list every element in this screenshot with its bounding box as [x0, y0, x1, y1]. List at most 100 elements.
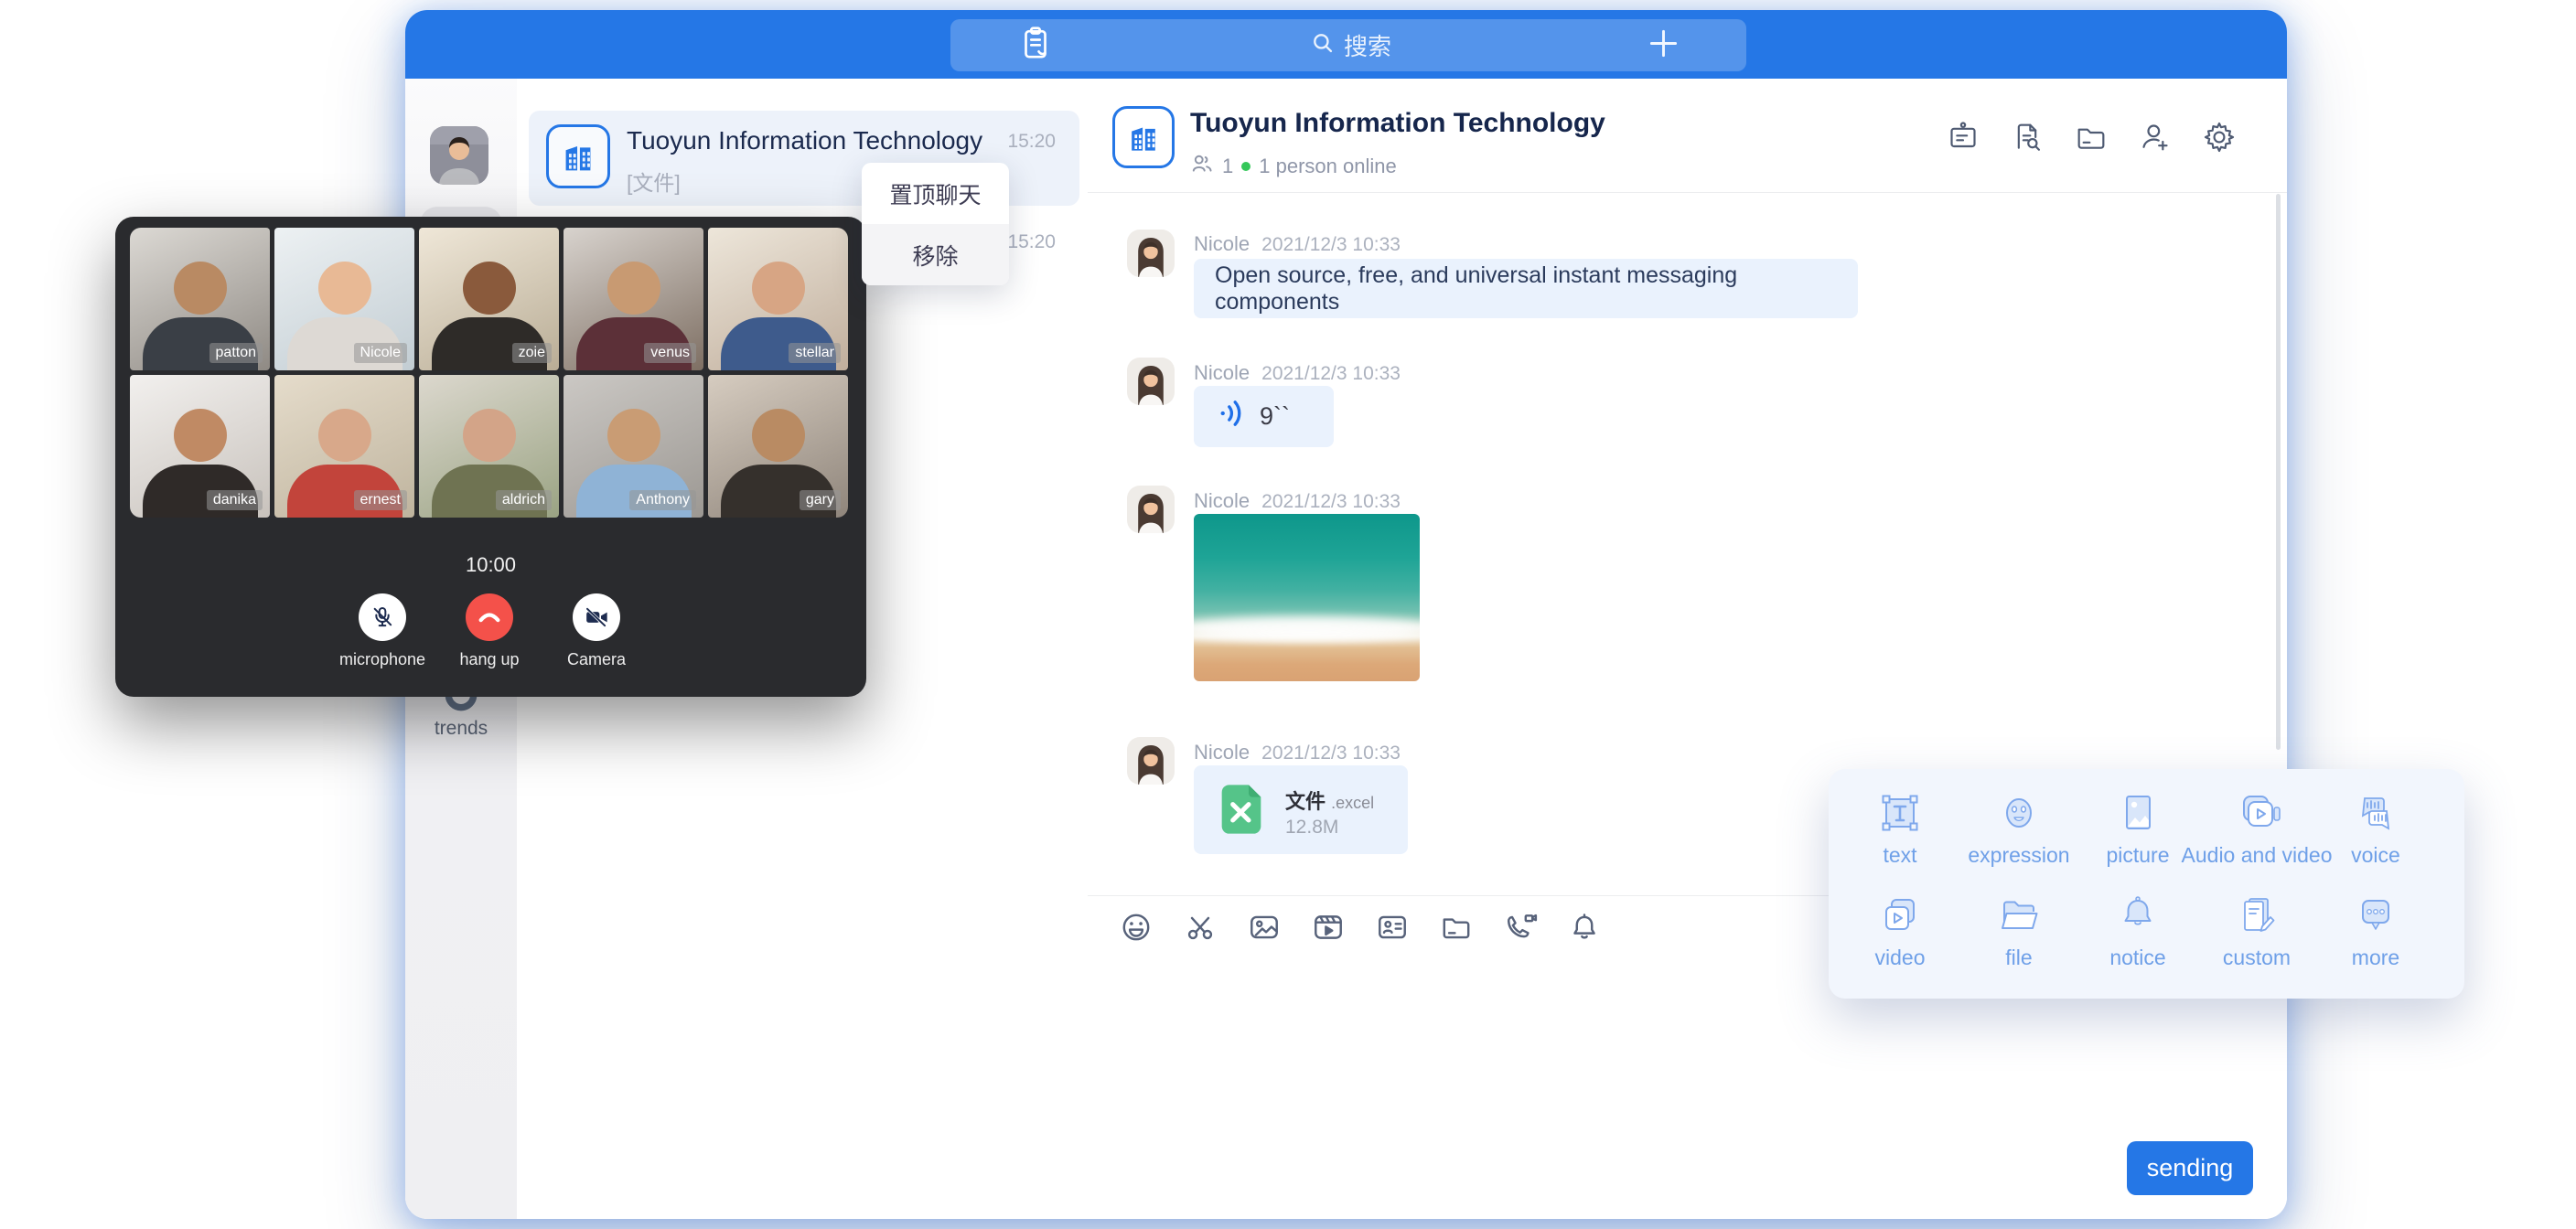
search-input[interactable]: 搜索	[1310, 28, 1391, 62]
participant-name: stellar	[789, 343, 841, 363]
scrollbar[interactable]	[2276, 194, 2281, 750]
participant-name: zoie	[512, 343, 552, 363]
video-grid: patton Nicole zoie venus stellar danika	[130, 228, 848, 518]
participant-name: Anthony	[629, 490, 696, 510]
sender-name: Nicole	[1194, 741, 1250, 764]
emoji-icon[interactable]	[1119, 910, 1154, 949]
avatar[interactable]	[1127, 486, 1175, 533]
panel-item-video[interactable]: video	[1841, 884, 1959, 987]
panel-item-custom[interactable]: custom	[2197, 884, 2316, 987]
avatar[interactable]	[1127, 358, 1175, 405]
sender-name: Nicole	[1194, 489, 1250, 512]
user-avatar[interactable]	[430, 126, 488, 185]
search-icon	[1310, 30, 1335, 61]
message-time: 2021/12/3 10:33	[1261, 491, 1401, 512]
file-size: 12.8M	[1285, 817, 1338, 839]
image-icon[interactable]	[1247, 910, 1282, 949]
video-clip-icon[interactable]	[1311, 910, 1346, 949]
video-tile: aldrich	[419, 375, 559, 518]
participant-name: gary	[800, 490, 841, 510]
image-message[interactable]	[1194, 514, 1420, 681]
conversation-time: 15:20	[1007, 131, 1056, 153]
expression-tool-icon	[1993, 787, 2045, 839]
audio-video-tool-icon	[2231, 787, 2282, 839]
camera-label: Camera	[532, 650, 660, 669]
camera-button[interactable]	[573, 593, 620, 641]
message-type-panel: text expression picture	[1829, 769, 2464, 999]
file-name: 文件	[1285, 790, 1326, 813]
call-timer: 10:00	[115, 553, 866, 577]
online-dot	[1241, 162, 1250, 171]
hang-up-button[interactable]	[466, 593, 513, 641]
message-time: 2021/12/3 10:33	[1261, 234, 1401, 255]
text-message: Open source, free, and universal instant…	[1194, 259, 1858, 318]
participant-name: Nicole	[354, 343, 407, 363]
menu-item-remove[interactable]: 移除	[862, 224, 1009, 285]
voice-message[interactable]: 9``	[1194, 386, 1334, 447]
panel-item-file[interactable]: file	[1959, 884, 2078, 987]
panel-item-voice[interactable]: voice	[2316, 782, 2435, 884]
picture-tool-icon	[2112, 787, 2163, 839]
online-status: 1 person online	[1259, 155, 1396, 178]
sender-name: Nicole	[1194, 361, 1250, 384]
participant-name: venus	[644, 343, 696, 363]
participant-name: ernest	[354, 490, 407, 510]
panel-item-notice[interactable]: notice	[2078, 884, 2197, 987]
search-bar[interactable]: 搜索	[950, 19, 1746, 71]
message-time: 2021/12/3 10:33	[1261, 363, 1401, 384]
chat-panel: Tuoyun Information Technology 1 1 person…	[1088, 79, 2287, 1219]
chat-record-search-icon[interactable]	[2009, 119, 2045, 160]
panel-item-expression[interactable]: expression	[1959, 782, 2078, 884]
plus-icon[interactable]	[1647, 27, 1680, 65]
trends-label: trends	[405, 718, 517, 740]
settings-icon[interactable]	[2201, 119, 2238, 160]
file-message[interactable]: 文件 .excel 12.8M	[1194, 765, 1408, 854]
chat-header: Tuoyun Information Technology 1 1 person…	[1088, 79, 2287, 193]
mic-muted-icon	[369, 604, 396, 631]
avatar[interactable]	[1127, 737, 1175, 785]
hang-up-icon	[475, 603, 504, 632]
video-call-icon[interactable]	[1503, 910, 1538, 949]
video-tile: venus	[564, 228, 703, 370]
video-tile: ernest	[274, 375, 414, 518]
contact-card-icon[interactable]	[1375, 910, 1410, 949]
notice-tool-icon	[2112, 890, 2163, 941]
panel-item-picture[interactable]: picture	[2078, 782, 2197, 884]
voice-duration: 9``	[1260, 402, 1290, 431]
notice-icon[interactable]	[1567, 910, 1602, 949]
menu-item-pin-chat[interactable]: 置顶聊天	[862, 163, 1009, 224]
send-button[interactable]: sending	[2127, 1141, 2253, 1195]
conversation-preview: [文件]	[627, 166, 681, 197]
video-tile: gary	[708, 375, 848, 518]
announcement-icon[interactable]	[1945, 119, 1981, 160]
excel-file-icon	[1212, 780, 1271, 843]
video-tile: danika	[130, 375, 270, 518]
group-icon	[1112, 106, 1175, 168]
notes-icon[interactable]	[1016, 24, 1055, 67]
custom-tool-icon	[2231, 890, 2282, 941]
file-tool-icon	[1993, 890, 2045, 941]
video-tile: stellar	[708, 228, 848, 370]
context-menu: 置顶聊天 移除	[862, 163, 1009, 285]
text-tool-icon	[1874, 787, 1926, 839]
panel-item-audio-video[interactable]: Audio and video	[2197, 782, 2316, 884]
members-icon	[1190, 152, 1214, 181]
member-count: 1	[1222, 155, 1233, 178]
panel-item-more[interactable]: more	[2316, 884, 2435, 987]
top-bar: 搜索	[405, 10, 2287, 79]
folder-icon[interactable]	[2073, 119, 2109, 160]
file-ext: .excel	[1331, 794, 1374, 812]
add-member-icon[interactable]	[2137, 119, 2174, 160]
more-tool-icon	[2350, 890, 2401, 941]
video-tool-icon	[1874, 890, 1926, 941]
panel-item-text[interactable]: text	[1841, 782, 1959, 884]
participant-name: danika	[207, 490, 263, 510]
video-tile: Anthony	[564, 375, 703, 518]
screenshot-icon[interactable]	[1183, 910, 1218, 949]
avatar[interactable]	[1127, 230, 1175, 277]
group-icon	[546, 124, 610, 188]
folder-icon[interactable]	[1439, 910, 1474, 949]
video-tile: zoie	[419, 228, 559, 370]
microphone-button[interactable]	[359, 593, 406, 641]
video-tile: Nicole	[274, 228, 414, 370]
